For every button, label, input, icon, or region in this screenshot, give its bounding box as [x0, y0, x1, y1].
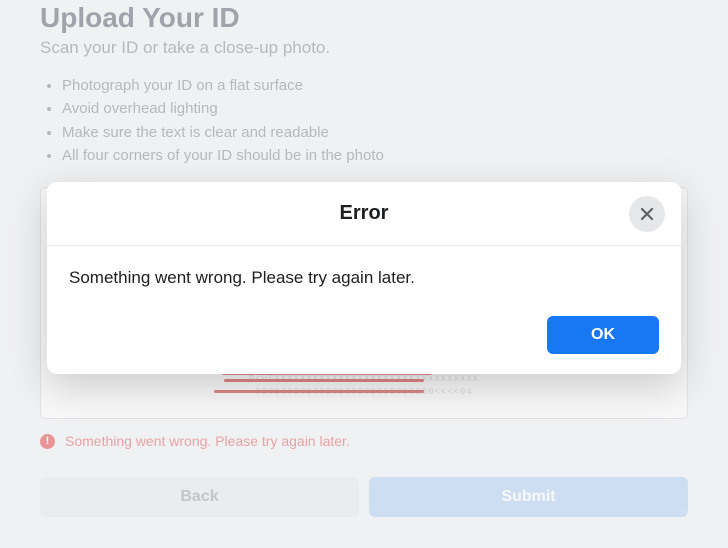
close-icon	[639, 206, 655, 222]
modal-title: Error	[340, 202, 389, 225]
tip-item: Photograph your ID on a flat surface	[62, 74, 688, 97]
modal-message: Something went wrong. Please try again l…	[69, 268, 659, 288]
tip-item: All four corners of your ID should be in…	[62, 144, 688, 167]
id-mrz-redacted: P<USXXXXXXXXXXXXXXXXXXXXXXXXXXXXXXXX 000…	[214, 370, 514, 404]
tip-item: Make sure the text is clear and readable	[62, 121, 688, 144]
submit-button[interactable]: Submit	[369, 477, 688, 517]
back-button[interactable]: Back	[40, 477, 359, 517]
error-modal: Error Something went wrong. Please try a…	[47, 182, 681, 374]
inline-error-text: Something went wrong. Please try again l…	[65, 433, 350, 449]
page-title: Upload Your ID	[40, 2, 688, 34]
modal-ok-button[interactable]: OK	[547, 316, 659, 354]
modal-close-button[interactable]	[629, 196, 665, 232]
inline-error: ! Something went wrong. Please try again…	[40, 433, 688, 449]
tip-list: Photograph your ID on a flat surface Avo…	[40, 74, 688, 167]
error-icon: !	[40, 434, 55, 449]
tip-item: Avoid overhead lighting	[62, 97, 688, 120]
page-subtitle: Scan your ID or take a close-up photo.	[40, 38, 688, 58]
